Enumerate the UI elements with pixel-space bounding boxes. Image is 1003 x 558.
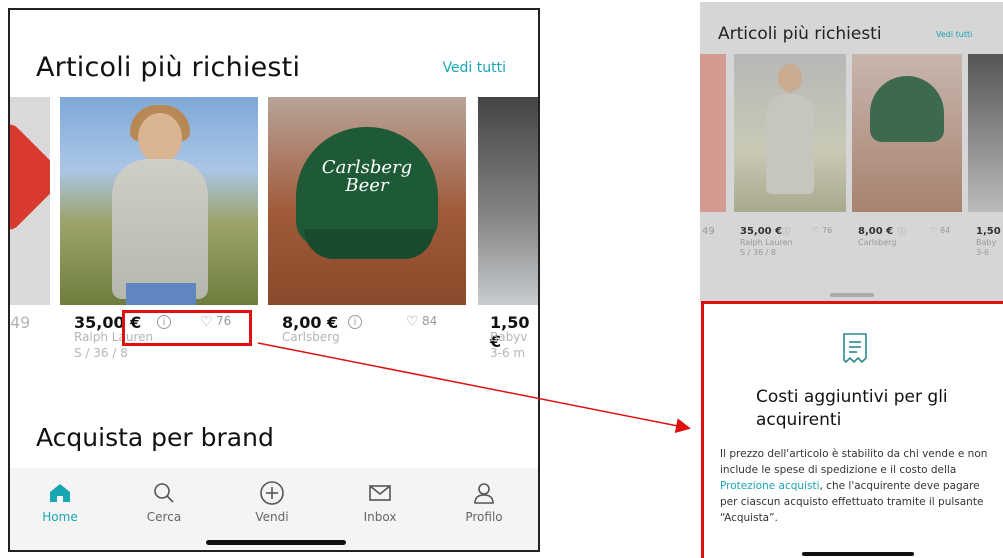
info-icon[interactable]: ⓘ bbox=[782, 226, 790, 237]
item-brand: Carlsberg bbox=[858, 238, 897, 247]
item-price: 35,00 € bbox=[740, 226, 783, 237]
section-title: Articoli più richiesti bbox=[718, 24, 882, 44]
right-phone-screen: Articoli più richiesti Vedi tutti 49 35,… bbox=[700, 2, 1003, 558]
info-icon[interactable]: ⓘ bbox=[898, 226, 906, 237]
item-price: 8,00 € bbox=[858, 226, 894, 237]
heart-outline-icon[interactable]: ♡ bbox=[930, 226, 937, 235]
item-image-carlsberg[interactable] bbox=[852, 54, 962, 212]
like-count: 84 bbox=[940, 226, 951, 235]
like-count: 76 bbox=[822, 226, 833, 235]
item-size: 3-6 bbox=[976, 248, 990, 257]
item-image-ralph-lauren[interactable] bbox=[734, 54, 846, 212]
item-image-partial-left[interactable] bbox=[700, 54, 726, 212]
sheet-drag-handle[interactable] bbox=[830, 293, 874, 297]
item-brand: Baby bbox=[976, 238, 997, 247]
see-all-link[interactable]: Vedi tutti bbox=[936, 30, 972, 39]
item-size: S / 36 / 8 bbox=[740, 248, 776, 257]
item-brand: Ralph Lauren bbox=[740, 238, 793, 247]
item-price: 1,50 bbox=[976, 226, 1001, 237]
highlight-annotation-frame bbox=[701, 301, 1003, 558]
heart-outline-icon[interactable]: ♡ bbox=[812, 226, 819, 235]
item-image-partial-right[interactable] bbox=[968, 54, 1003, 212]
item-price-partial: 49 bbox=[702, 226, 715, 237]
